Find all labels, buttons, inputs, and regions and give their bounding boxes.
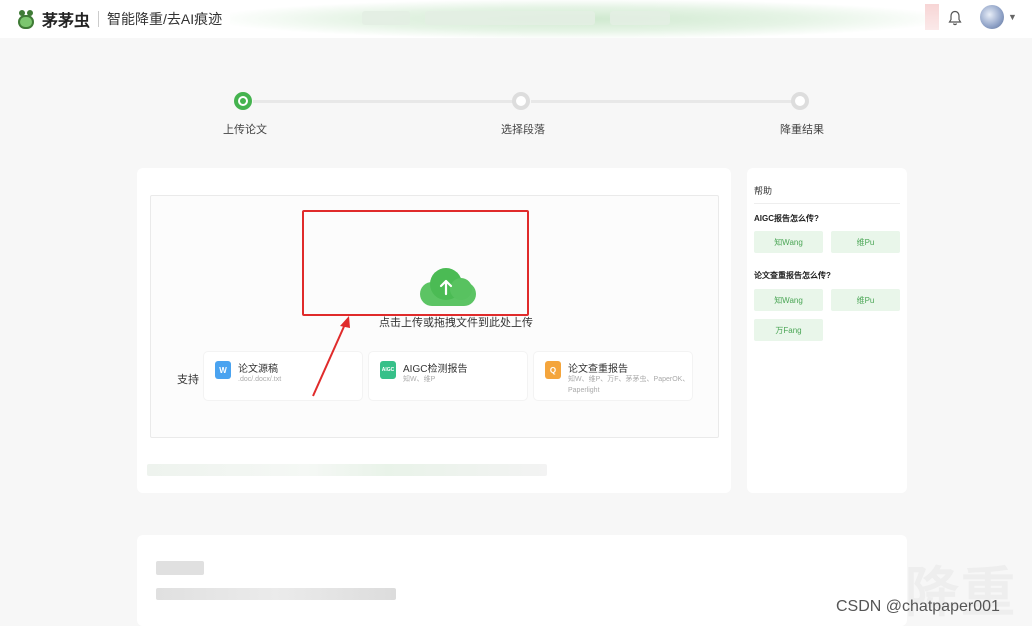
brand-name: 茅茅虫 xyxy=(42,13,91,30)
help-question-aigc: AIGC报告怎么传? xyxy=(754,214,819,223)
blurred-heading xyxy=(156,561,204,575)
blurred-text xyxy=(362,11,410,25)
blurred-text xyxy=(425,11,595,25)
blurred-hint-text xyxy=(147,464,547,476)
help-title: 帮助 xyxy=(754,186,773,196)
step-dot-upload xyxy=(234,92,252,110)
file-type-title: 论文查重报告 xyxy=(568,364,628,375)
annotation-arrow-icon xyxy=(312,316,350,397)
file-type-card-aigc: AIGC AIGC检测报告 知W、维P xyxy=(369,352,527,400)
help-tag-weipu[interactable]: 维Pu xyxy=(831,289,900,311)
top-bar: 茅茅虫 智能降重/去AI痕迹 ▼ xyxy=(0,0,1032,38)
help-tag-wanfang[interactable]: 万Fang xyxy=(754,319,823,341)
file-type-title: AIGC检测报告 xyxy=(403,364,468,375)
help-panel: 帮助 AIGC报告怎么传? 知Wang 维Pu 论文查重报告怎么传? 知Wang… xyxy=(747,168,907,493)
step-label-upload: 上传论文 xyxy=(223,124,267,136)
blurred-icon xyxy=(925,4,939,30)
divider xyxy=(754,203,900,204)
blurred-text xyxy=(156,588,396,600)
step-dot-select xyxy=(512,92,530,110)
step-connector xyxy=(531,100,792,103)
upload-prompt[interactable]: 点击上传或拖拽文件到此处上传 xyxy=(379,314,533,330)
app-logo[interactable]: 茅茅虫 智能降重/去AI痕迹 xyxy=(16,7,222,31)
progress-steps: 上传论文 选择段落 降重结果 xyxy=(0,90,1032,140)
blurred-text xyxy=(610,11,670,25)
help-question-plagiarism: 论文查重报告怎么传? xyxy=(754,271,831,280)
user-avatar[interactable] xyxy=(980,5,1004,29)
chevron-down-icon[interactable]: ▼ xyxy=(1008,12,1017,22)
annotation-highlight-box xyxy=(302,210,529,316)
bell-icon[interactable] xyxy=(948,10,962,26)
help-tag-weipu[interactable]: 维Pu xyxy=(831,231,900,253)
aigc-report-icon: AIGC xyxy=(380,361,396,379)
file-type-formats: 知W、维P、万F、茅茅虫、PaperOK、Paperlight xyxy=(568,376,690,394)
support-label: 支持 xyxy=(177,374,199,386)
csdn-watermark: CSDN @chatpaper001 xyxy=(836,598,1000,615)
step-dot-result xyxy=(791,92,809,110)
divider xyxy=(98,11,100,27)
file-type-title: 论文源稿 xyxy=(238,364,278,375)
word-doc-icon: W xyxy=(215,361,231,379)
page-subtitle: 智能降重/去AI痕迹 xyxy=(107,11,223,27)
plagiarism-report-icon: Q xyxy=(545,361,561,379)
step-connector xyxy=(253,100,513,103)
file-type-formats: 知W、维P xyxy=(403,376,436,383)
info-card xyxy=(137,535,907,626)
file-type-card-plagiarism: Q 论文查重报告 知W、维P、万F、茅茅虫、PaperOK、Paperlight xyxy=(534,352,692,400)
help-tag-zhiwang[interactable]: 知Wang xyxy=(754,289,823,311)
bug-logo-icon xyxy=(16,8,36,30)
help-tag-zhiwang[interactable]: 知Wang xyxy=(754,231,823,253)
step-label-select: 选择段落 xyxy=(501,124,545,136)
step-label-result: 降重结果 xyxy=(780,124,824,136)
